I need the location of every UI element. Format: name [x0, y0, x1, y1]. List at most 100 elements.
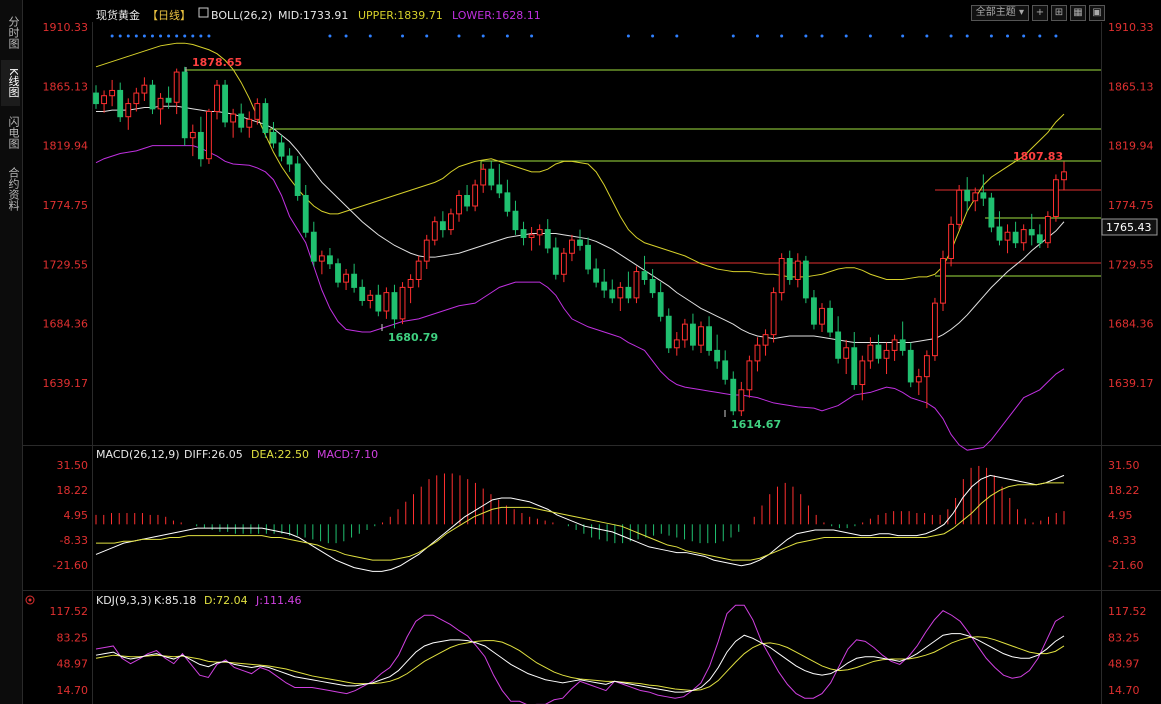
- signal-dot: [401, 34, 405, 38]
- kdj-left-tick: 48.97: [57, 658, 89, 671]
- candle-body: [593, 268, 600, 283]
- indicator-box-icon[interactable]: [198, 7, 209, 18]
- signal-dot: [118, 34, 122, 38]
- candle-body: [1012, 231, 1019, 244]
- candle-body: [948, 223, 954, 259]
- signal-dot: [780, 34, 784, 38]
- signal-dot: [167, 34, 171, 38]
- candle-body: [923, 355, 930, 378]
- candle-body: [786, 257, 793, 281]
- signal-dot: [868, 34, 872, 38]
- candle-body: [770, 292, 777, 336]
- candle-body: [286, 155, 293, 165]
- signal-dot: [1054, 34, 1058, 38]
- candle-body: [827, 307, 833, 333]
- macd-right-tick: -21.60: [1108, 559, 1143, 572]
- signal-dot: [183, 34, 187, 38]
- macd-header: MACD(26,12,9) DIFF:26.05 DEA:22.50 MACD:…: [96, 448, 378, 461]
- candle-body: [246, 118, 253, 128]
- candle-body: [173, 71, 180, 103]
- candle-body: [988, 197, 995, 228]
- candle-body: [867, 344, 874, 362]
- candle-body: [141, 84, 148, 94]
- price-left-tick: 1774.75: [43, 199, 89, 212]
- candle-body: [278, 142, 285, 157]
- candle-body: [206, 110, 212, 160]
- candle-body: [802, 260, 809, 299]
- boll-label: BOLL(26,2): [211, 9, 272, 22]
- kline-chart[interactable]: 现货黄金 【日线】 BOLL(26,2) MID:1733.91 UPPER:1…: [0, 0, 1161, 704]
- signal-dot: [651, 34, 655, 38]
- candle-body: [359, 286, 366, 302]
- macd-diff: DIFF:26.05: [184, 448, 243, 461]
- signal-dot: [820, 34, 824, 38]
- candle-body: [270, 131, 277, 144]
- period-label: 【日线】: [147, 8, 191, 22]
- candle-body: [375, 294, 382, 312]
- candle-body: [407, 279, 414, 288]
- macd-right-tick: 18.22: [1108, 484, 1140, 497]
- candle-body: [423, 239, 430, 262]
- signal-dot: [126, 34, 130, 38]
- candle-body: [883, 349, 890, 359]
- candle-body: [117, 89, 124, 118]
- signal-dot: [1006, 34, 1010, 38]
- instrument-name: 现货黄金: [96, 8, 140, 22]
- boll-lower-line: [95, 145, 1065, 451]
- candle-body: [649, 279, 656, 294]
- candle-body: [1028, 229, 1035, 236]
- candle-body: [496, 184, 503, 194]
- candle-body: [899, 339, 906, 351]
- candle-body: [101, 95, 107, 105]
- macd-y-axis: 31.50 31.50 18.22 18.22 4.95 4.95 -8.33 -8.33 -2…: [53, 459, 1144, 572]
- signal-dot: [755, 34, 759, 38]
- candle-body: [673, 339, 680, 349]
- candle-body: [456, 194, 462, 215]
- candle-body: [399, 286, 406, 320]
- macd-left-tick: 31.50: [57, 459, 89, 472]
- record-icon-dot: [28, 598, 32, 602]
- candle-body: [294, 163, 301, 196]
- signal-dot: [901, 34, 905, 38]
- signal-dot: [344, 34, 348, 38]
- candle-body: [504, 192, 511, 212]
- candle-body: [125, 103, 132, 118]
- signal-dot: [110, 34, 114, 38]
- macd-left-tick: -8.33: [60, 534, 88, 547]
- candle-body: [569, 239, 575, 254]
- candle-body: [262, 103, 269, 133]
- kdj-label: KDJ(9,3,3): [96, 594, 152, 607]
- candle-body: [93, 92, 99, 105]
- candle-body: [149, 84, 156, 110]
- candle-body: [907, 349, 914, 383]
- signal-dot: [989, 34, 993, 38]
- signal-dot: [731, 34, 735, 38]
- candle-body: [254, 103, 261, 120]
- price-right-tick: 1639.17: [1108, 377, 1154, 390]
- kdj-right-tick: 14.70: [1108, 684, 1140, 697]
- candle-body: [859, 360, 866, 386]
- candle-body: [811, 297, 817, 325]
- candle-body: [875, 344, 882, 359]
- candle-body: [1004, 231, 1011, 241]
- candle-body: [480, 168, 487, 186]
- signal-dot: [530, 34, 534, 38]
- kdj-j: J:111.46: [255, 594, 301, 607]
- annotation-high-1: 1878.65: [192, 56, 242, 69]
- candle-body: [819, 307, 825, 325]
- macd-left-tick: 4.95: [64, 509, 89, 522]
- kdj-k: K:85.18: [154, 594, 196, 607]
- candle-body: [698, 326, 704, 346]
- candle-body: [1061, 171, 1067, 181]
- signal-dot: [481, 34, 485, 38]
- price-right-tick: 1865.13: [1108, 80, 1154, 93]
- signal-dot: [804, 34, 808, 38]
- signal-dot: [626, 34, 630, 38]
- annotation-low-1: 1680.79: [388, 331, 438, 344]
- candle-body: [585, 244, 591, 270]
- price-left-tick: 1865.13: [43, 80, 89, 93]
- candle-body: [932, 302, 938, 357]
- candle-body: [383, 292, 390, 312]
- annotation-high-2: 1807.83: [1013, 150, 1063, 163]
- candle-body: [665, 315, 672, 349]
